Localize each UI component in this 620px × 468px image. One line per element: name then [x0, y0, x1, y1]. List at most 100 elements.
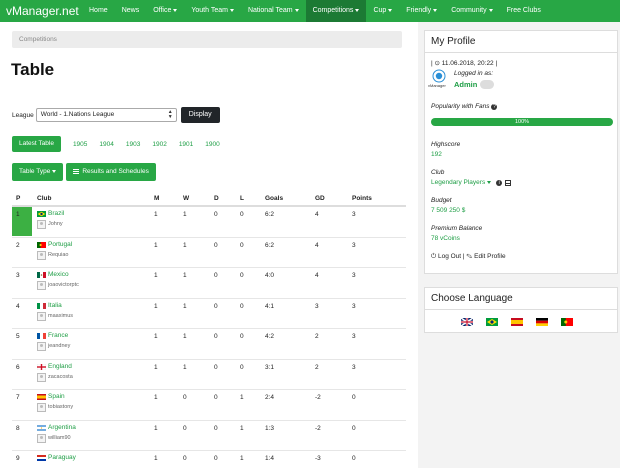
brand-logo[interactable]: vManager.net	[0, 4, 82, 18]
latest-table-button[interactable]: Latest Table	[12, 136, 61, 152]
season-links: Latest Table 1905 1904 1903 1902 1901 19…	[12, 136, 220, 152]
popularity-label-text: Popularity with Fans	[431, 103, 490, 110]
team-link[interactable]: Paraguay	[48, 454, 76, 461]
chevron-down-icon	[229, 8, 234, 12]
nav-item-free-clubs[interactable]: Free Clubs	[500, 0, 548, 22]
row-matches: 1	[154, 394, 158, 401]
chevron-down-icon	[173, 8, 178, 12]
nav-item-friendly[interactable]: Friendly	[399, 0, 444, 22]
logout-label: Log Out	[437, 253, 462, 260]
row-points: 3	[352, 363, 356, 371]
budget-value[interactable]: 7 509 250 $	[431, 207, 465, 214]
edit-icon: ✎	[466, 253, 473, 260]
edit-profile-link[interactable]: ✎ Edit Profile	[466, 253, 505, 260]
nav-item-office[interactable]: Office	[146, 0, 184, 22]
premium-value[interactable]: 78 vCoins	[431, 235, 460, 242]
table-row: 3 Mexico joaovictorptc 1 1 0 0 4:0 4 3	[12, 268, 406, 299]
row-draws: 0	[214, 302, 218, 310]
flag-mexico-icon	[37, 272, 46, 278]
flag-italy-icon	[37, 302, 46, 309]
popularity-label: Popularity with Fans ?	[431, 103, 498, 110]
row-position: 9	[16, 455, 20, 462]
flag-brazil-icon[interactable]	[486, 318, 498, 326]
profile-card: My Profile | ⊙ 11.06.2018, 20:22 | vMana…	[424, 30, 618, 274]
flag-germany-icon[interactable]	[536, 318, 548, 326]
nav-item-national-team[interactable]: National Team	[241, 0, 306, 22]
manager-link[interactable]: Johny	[48, 221, 63, 227]
user-avatar-icon	[37, 433, 46, 443]
user-avatar-icon	[37, 403, 46, 412]
logout-link[interactable]: ⏻ Log Out	[431, 253, 461, 260]
league-table: P Club M W D L Goals GD Points 1 Brazil Jo…	[12, 191, 406, 468]
season-link-1901[interactable]: 1901	[179, 141, 193, 148]
team-link[interactable]: Spain	[48, 393, 65, 400]
season-link-1902[interactable]: 1902	[152, 141, 166, 148]
season-link-1905[interactable]: 1905	[73, 141, 87, 148]
row-goals: 4:2	[265, 333, 275, 340]
help-icon[interactable]: ?	[491, 104, 498, 110]
team-link[interactable]: Italia	[48, 302, 62, 309]
nav-item-label: News	[121, 7, 140, 14]
display-button[interactable]: Display	[180, 107, 220, 123]
nav-item-youth-team[interactable]: Youth Team	[184, 0, 241, 22]
season-link-1903[interactable]: 1903	[126, 141, 140, 148]
row-draws: 0	[214, 333, 218, 340]
table-row: 8 Argentina william90 1 0 0 1 1:3 -2 0	[12, 421, 406, 451]
season-link-1904[interactable]: 1904	[99, 141, 113, 148]
highscore-label: Highscore	[431, 141, 461, 148]
manager-link[interactable]: zacacosta	[48, 374, 73, 380]
manager-link[interactable]: tobiastony	[48, 404, 73, 410]
row-points: 0	[352, 394, 356, 401]
manager-link[interactable]: jeandney	[48, 343, 70, 349]
highscore-value[interactable]: 192	[431, 151, 442, 158]
row-losses: 1	[240, 394, 244, 401]
popularity-progress-bar: 100%	[431, 118, 613, 126]
team-link[interactable]: Brazil	[48, 210, 64, 217]
table-row: 6 England zacacosta 1 1 0 0 3:1 2 3	[12, 360, 406, 390]
username-link[interactable]: Admin	[454, 80, 477, 89]
flag-portugal-icon[interactable]	[561, 318, 573, 326]
team-link[interactable]: Argentina	[48, 424, 76, 431]
row-position: 8	[16, 424, 20, 432]
header-goals: Goals	[265, 195, 284, 202]
table-icon[interactable]	[505, 179, 512, 186]
row-losses: 0	[240, 333, 244, 340]
table-row: 1 Brazil Johny 1 1 0 0 6:2 4 3	[12, 207, 406, 238]
row-position: 6	[16, 363, 20, 371]
team-link[interactable]: Portugal	[48, 241, 72, 248]
flag-united-kingdom-icon[interactable]	[460, 317, 474, 327]
manager-link[interactable]: joaovictorptc	[48, 282, 79, 288]
row-wins: 0	[183, 394, 187, 401]
season-link-1900[interactable]: 1900	[205, 141, 219, 148]
info-icon[interactable]: i	[496, 179, 503, 186]
nav-item-competitions[interactable]: Competitions	[305, 0, 367, 22]
nav-item-news[interactable]: News	[115, 0, 147, 22]
header-wins: W	[183, 195, 190, 202]
nav-item-community[interactable]: Community	[444, 0, 499, 22]
row-matches: 1	[154, 302, 158, 310]
results-schedules-button[interactable]: Results and Schedules	[66, 163, 156, 181]
nav-item-cup[interactable]: Cup	[366, 0, 399, 22]
chevron-down-icon[interactable]	[487, 181, 492, 184]
profile-title: My Profile	[425, 31, 617, 53]
row-wins: 1	[183, 241, 187, 249]
team-link[interactable]: England	[48, 363, 72, 370]
table-type-button[interactable]: Table Type	[12, 163, 64, 181]
nav-item-home[interactable]: Home	[82, 0, 115, 22]
row-wins: 0	[183, 424, 187, 432]
club-link[interactable]: Legendary Players	[431, 179, 485, 186]
table-row: 7 Spain tobiastony 1 0 0 1 2:4 -2 0	[12, 390, 406, 421]
league-select[interactable]: World - 1.Nations League ▲ ▼	[35, 108, 177, 122]
row-position: 2	[16, 241, 20, 249]
user-avatar-icon	[480, 80, 495, 89]
flag-spain-icon[interactable]	[511, 318, 523, 326]
row-wins: 1	[183, 302, 187, 310]
team-link[interactable]: France	[48, 332, 68, 339]
login-datetime: | ⊙ 11.06.2018, 20:22 |	[431, 60, 498, 67]
row-wins: 1	[183, 363, 187, 371]
manager-link[interactable]: william90	[48, 435, 71, 441]
team-link[interactable]: Mexico	[48, 271, 69, 278]
breadcrumb[interactable]: Competitions	[12, 31, 402, 48]
manager-link[interactable]: Requiao	[48, 252, 69, 258]
manager-link[interactable]: maaximus	[48, 313, 73, 319]
